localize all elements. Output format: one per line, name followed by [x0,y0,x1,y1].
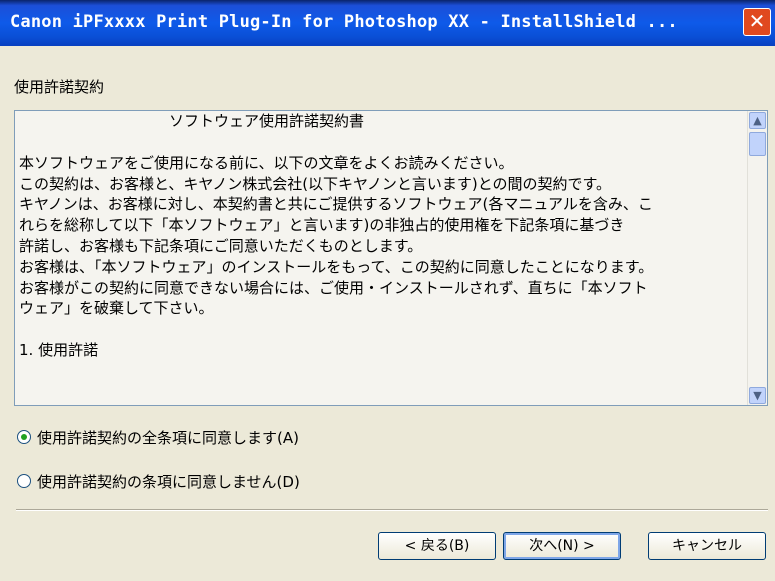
scroll-thumb[interactable] [749,132,766,156]
license-blank-line [19,132,739,153]
radio-accept[interactable]: 使用許諾契約の全条項に同意します(A) [17,427,299,447]
next-button[interactable]: 次へ(N) > [503,532,621,560]
license-blank-line [19,319,739,340]
license-section-heading: 1. 使用許諾 [19,341,99,360]
radio-accept-label[interactable]: 使用許諾契約の全条項に同意します(A) [37,427,299,448]
radio-checked-icon[interactable] [17,430,31,444]
radio-decline-label[interactable]: 使用許諾契約の条項に同意しません(D) [37,471,300,492]
window-title: Canon iPFxxxx Print Plug-In for Photosho… [10,12,678,32]
title-bar[interactable]: Canon iPFxxxx Print Plug-In for Photosho… [0,0,775,46]
close-button[interactable]: ✕ [743,8,771,36]
license-text: ソフトウェア使用許諾契約書 本ソフトウェアをご使用になる前に、以下の文章をよくお… [19,111,739,361]
license-line: ウェア」を破棄して下さい。 [19,299,214,318]
scroll-down-icon[interactable]: ▼ [749,387,766,404]
license-line: キヤノンは、お客様に対し、本契約書と共にご提供するソフトウェア(各マニュアルを含… [19,195,653,214]
cancel-button[interactable]: キャンセル [648,532,766,560]
vertical-scrollbar[interactable]: ▲ ▼ [747,111,767,405]
license-line: 本ソフトウェアをご使用になる前に、以下の文章をよくお読みください。 [19,153,514,172]
license-line: 許諾し、お客様も下記条項にご同意いただくものとします。 [19,236,423,255]
license-line: お客様がこの契約に同意できない場合には、ご使用・インストールされず、直ちに「本ソ… [19,278,648,297]
license-line: れらを総称して以下「本ソフトウェア」と言います)の非独占的使用権を下記条項に基づ… [19,216,625,235]
separator-line [16,509,768,511]
scroll-up-icon[interactable]: ▲ [749,112,766,129]
radio-unchecked-icon[interactable] [17,474,31,488]
license-title: ソフトウェア使用許諾契約書 [169,112,365,130]
back-button[interactable]: < 戻る(B) [378,532,496,560]
license-line: お客様は、「本ソフトウェア」のインストールをもって、この契約に同意したことになり… [19,257,654,276]
license-line: この契約は、お客様と、キヤノン株式会社(以下キヤノンと言います)との間の契約です… [19,174,612,193]
section-heading: 使用許諾契約 [14,78,105,96]
license-text-box[interactable]: ソフトウェア使用許諾契約書 本ソフトウェアをご使用になる前に、以下の文章をよくお… [14,110,768,406]
radio-decline[interactable]: 使用許諾契約の条項に同意しません(D) [17,471,300,491]
installer-window: Canon iPFxxxx Print Plug-In for Photosho… [0,0,775,581]
